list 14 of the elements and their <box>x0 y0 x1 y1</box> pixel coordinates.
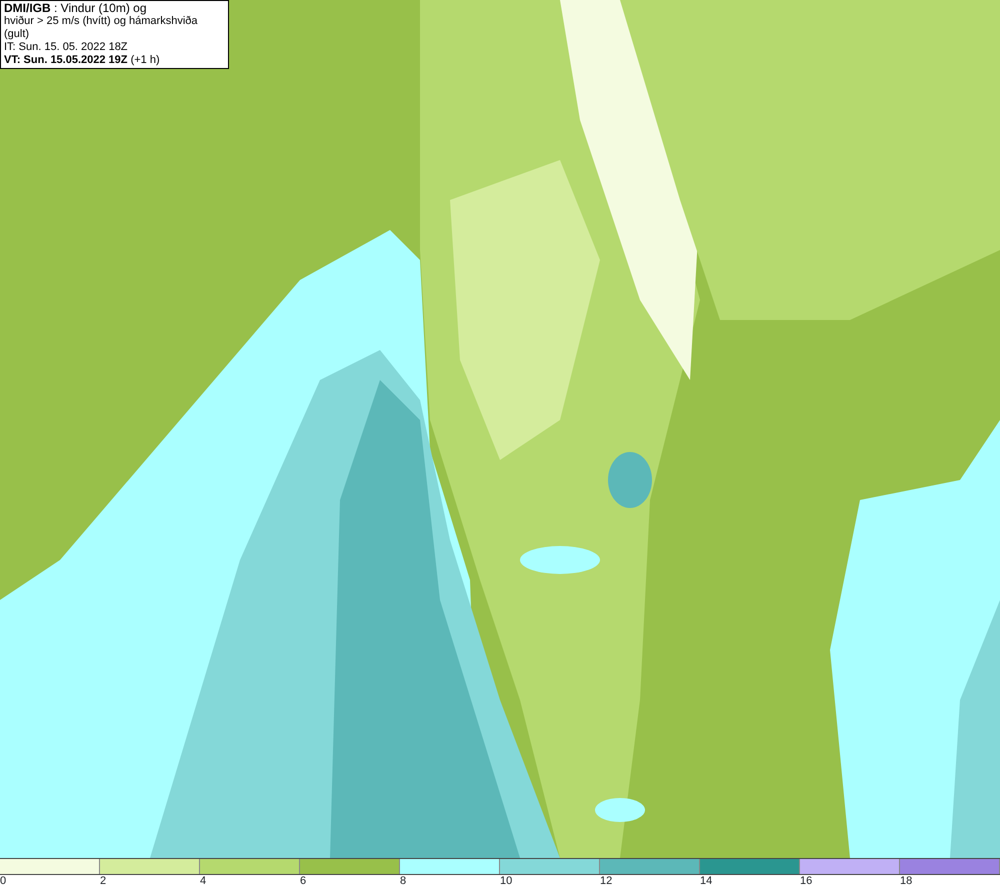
legend-label: 14 <box>700 875 712 887</box>
map-title-line: VT: Sun. 15.05.2022 19Z (+1 h) <box>4 54 161 67</box>
legend-label: 2 <box>100 875 106 887</box>
legend-label: 12 <box>600 875 612 887</box>
legend-label: 4 <box>200 875 206 887</box>
legend-label: 18 <box>900 875 912 887</box>
legend-label: 6 <box>300 875 306 887</box>
legend-label: 8 <box>400 875 406 887</box>
map-title-line: DMI/IGB : Vindur (10m) og <box>4 2 148 15</box>
legend-label: 0 <box>0 875 6 887</box>
legend-label: 16 <box>800 875 812 887</box>
legend-label: 10 <box>500 875 512 887</box>
map-title-line: IT: Sun. 15. 05. 2022 18Z <box>4 41 129 54</box>
map-title-line: hviður > 25 m/s (hvítt) og hámarkshviða (gult) <box>4 15 198 41</box>
